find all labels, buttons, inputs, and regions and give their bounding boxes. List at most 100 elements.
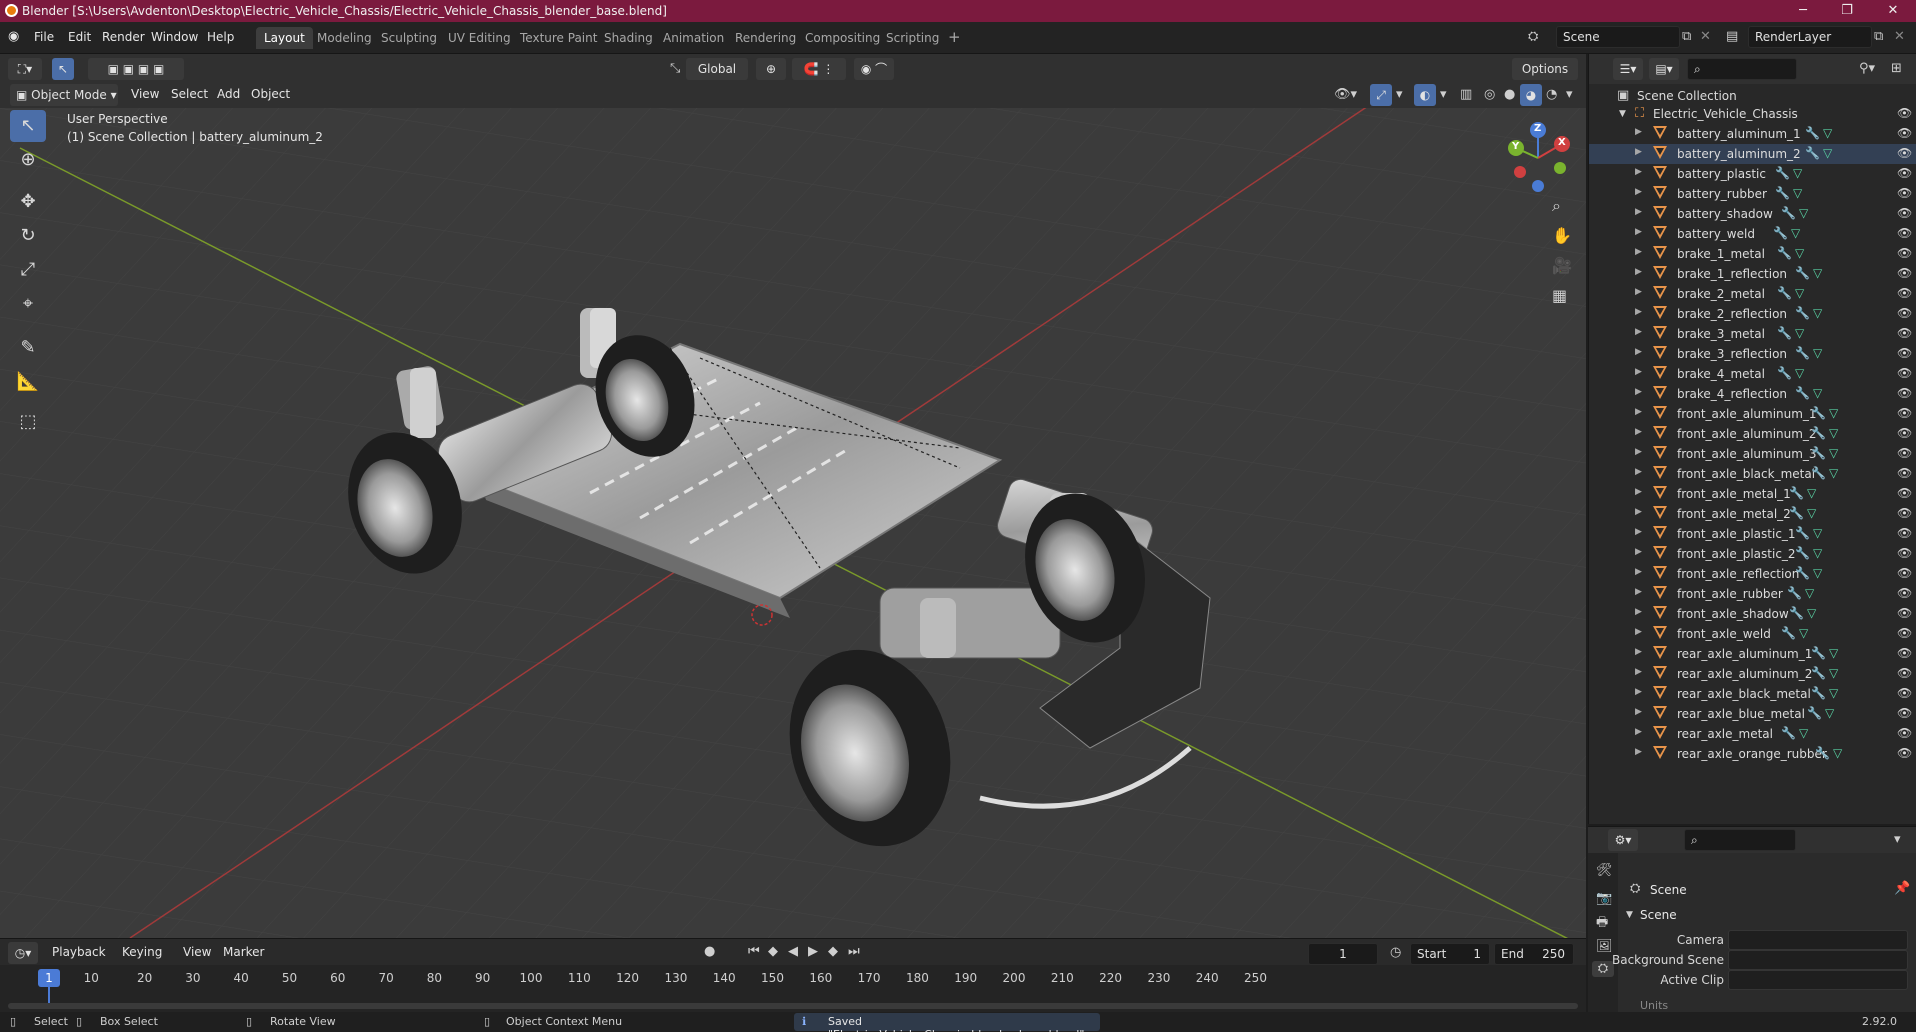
tab-rendering[interactable]: Rendering bbox=[727, 27, 804, 49]
outliner-editor-type-icon[interactable]: ☰▾ bbox=[1613, 58, 1643, 80]
camera-view-icon[interactable]: 🎥 bbox=[1552, 258, 1572, 274]
jump-start-icon[interactable]: ⏮ bbox=[748, 944, 760, 960]
modifier-wrench-icon[interactable]: 🔧 bbox=[1773, 226, 1788, 240]
mesh-data-icon[interactable]: ▽ bbox=[1813, 346, 1822, 360]
outliner-item[interactable]: ▶ brake_2_metal 🔧 ▽ 👁 bbox=[1589, 284, 1916, 304]
mesh-data-icon[interactable]: ▽ bbox=[1793, 166, 1802, 180]
select-box-tool-icon[interactable]: ↖ bbox=[10, 110, 46, 142]
visibility-eye-icon[interactable]: 👁 bbox=[1897, 666, 1912, 680]
outliner-item[interactable]: ▶ front_axle_aluminum_3 🔧 ▽ 👁 bbox=[1589, 444, 1916, 464]
modifier-wrench-icon[interactable]: 🔧 bbox=[1811, 446, 1826, 460]
tab-scripting[interactable]: Scripting bbox=[878, 27, 947, 49]
visibility-eye-icon[interactable]: 👁 bbox=[1897, 326, 1912, 340]
play-icon[interactable]: ▶ bbox=[808, 944, 818, 960]
mesh-data-icon[interactable]: ▽ bbox=[1829, 426, 1838, 440]
properties-options-icon[interactable]: ▾ bbox=[1894, 832, 1901, 848]
move-tool-icon[interactable]: ✥ bbox=[10, 186, 46, 218]
add-cube-tool-icon[interactable]: ⬚ bbox=[10, 406, 46, 438]
minimize-button[interactable]: ─ bbox=[1782, 0, 1824, 22]
outliner-item[interactable]: ▶ rear_axle_aluminum_2 🔧 ▽ 👁 bbox=[1589, 664, 1916, 684]
modifier-wrench-icon[interactable]: 🔧 bbox=[1795, 526, 1810, 540]
expand-arrow-icon[interactable]: ▶ bbox=[1635, 187, 1642, 197]
mesh-data-icon[interactable]: ▽ bbox=[1829, 686, 1838, 700]
play-reverse-icon[interactable]: ◀ bbox=[788, 944, 798, 960]
next-keyframe-icon[interactable]: ◆ bbox=[828, 944, 838, 960]
mesh-data-icon[interactable]: ▽ bbox=[1813, 546, 1822, 560]
overlay-toggle-icon[interactable]: ◐ bbox=[1414, 84, 1436, 106]
pivot-point-icon[interactable]: ⊕ bbox=[756, 58, 786, 80]
mesh-data-icon[interactable]: ▽ bbox=[1829, 646, 1838, 660]
visibility-eye-icon[interactable]: 👁 bbox=[1897, 706, 1912, 720]
start-frame-field[interactable]: Start 1 bbox=[1410, 943, 1490, 965]
outliner-item[interactable]: ▶ battery_aluminum_1 🔧 ▽ 👁 bbox=[1589, 124, 1916, 144]
visibility-eye-icon[interactable]: 👁 bbox=[1897, 186, 1912, 200]
close-button[interactable]: ✕ bbox=[1872, 0, 1914, 22]
outliner-search-input[interactable]: ⌕ bbox=[1687, 58, 1797, 80]
modifier-wrench-icon[interactable]: 🔧 bbox=[1815, 746, 1830, 760]
wireframe-shading-icon[interactable]: ◎ bbox=[1484, 87, 1495, 103]
remove-scene-icon[interactable]: ✕ bbox=[1700, 29, 1711, 45]
expand-arrow-icon[interactable]: ▶ bbox=[1635, 167, 1642, 177]
modifier-wrench-icon[interactable]: 🔧 bbox=[1805, 146, 1820, 160]
expand-arrow-icon[interactable]: ▶ bbox=[1635, 547, 1642, 557]
modifier-wrench-icon[interactable]: 🔧 bbox=[1805, 126, 1820, 140]
mesh-data-icon[interactable]: ▽ bbox=[1805, 586, 1814, 600]
mesh-data-icon[interactable]: ▽ bbox=[1799, 206, 1808, 220]
mesh-data-icon[interactable]: ▽ bbox=[1829, 666, 1838, 680]
modifier-wrench-icon[interactable]: 🔧 bbox=[1811, 426, 1826, 440]
mesh-data-icon[interactable]: ▽ bbox=[1813, 386, 1822, 400]
expand-arrow-icon[interactable]: ▶ bbox=[1635, 647, 1642, 657]
visibility-eye-icon[interactable]: 👁 bbox=[1897, 426, 1912, 440]
outliner-item[interactable]: ▶ rear_axle_aluminum_1 🔧 ▽ 👁 bbox=[1589, 644, 1916, 664]
outliner-item[interactable]: ▶ battery_rubber 🔧 ▽ 👁 bbox=[1589, 184, 1916, 204]
visibility-eye-icon[interactable]: 👁 bbox=[1897, 646, 1912, 660]
modifier-wrench-icon[interactable]: 🔧 bbox=[1811, 646, 1826, 660]
expand-arrow-icon[interactable]: ▶ bbox=[1635, 147, 1642, 157]
visibility-eye-icon[interactable]: 👁 bbox=[1897, 366, 1912, 380]
cursor-tool-icon[interactable]: ⊕ bbox=[10, 144, 46, 176]
visibility-eye-icon[interactable]: 👁 bbox=[1897, 346, 1912, 360]
expand-arrow-icon[interactable]: ▶ bbox=[1635, 507, 1642, 517]
mesh-data-icon[interactable]: ▽ bbox=[1823, 146, 1832, 160]
filter-icon[interactable]: ⚲▾ bbox=[1859, 61, 1875, 77]
output-tab-icon[interactable]: 🖶 bbox=[1596, 915, 1608, 931]
modifier-wrench-icon[interactable]: 🔧 bbox=[1781, 206, 1796, 220]
modifier-wrench-icon[interactable]: 🔧 bbox=[1777, 326, 1792, 340]
render-layer-selector[interactable]: RenderLayer bbox=[1748, 26, 1872, 48]
expand-arrow-icon[interactable]: ▶ bbox=[1635, 307, 1642, 317]
expand-arrow-icon[interactable]: ▶ bbox=[1635, 447, 1642, 457]
expand-arrow-icon[interactable]: ▶ bbox=[1635, 627, 1642, 637]
outliner-item[interactable]: ▶ front_axle_black_metal 🔧 ▽ 👁 bbox=[1589, 464, 1916, 484]
collection-row[interactable]: ▼ ⛶ Electric_Vehicle_Chassis 👁 bbox=[1589, 104, 1916, 124]
editor-type-button[interactable]: ⛶▾ bbox=[8, 58, 42, 80]
preview-range-icon[interactable]: ◷ bbox=[1390, 945, 1401, 961]
playhead[interactable]: 1 bbox=[38, 969, 60, 987]
gizmo-toggle-icon[interactable]: ⤢ bbox=[1370, 84, 1392, 106]
mesh-data-icon[interactable]: ▽ bbox=[1813, 306, 1822, 320]
visibility-eye-icon[interactable]: 👁 bbox=[1897, 246, 1912, 260]
transform-tool-icon[interactable]: ⌖ bbox=[10, 288, 46, 320]
mesh-data-icon[interactable]: ▽ bbox=[1829, 466, 1838, 480]
timeline-menu-marker[interactable]: Marker bbox=[223, 945, 264, 959]
expand-arrow-icon[interactable]: ▶ bbox=[1635, 727, 1642, 737]
modifier-wrench-icon[interactable]: 🔧 bbox=[1795, 306, 1810, 320]
rendered-shading-icon[interactable]: ◔ bbox=[1546, 87, 1557, 103]
object-mode-dropdown[interactable]: ▣ Object Mode ▾ bbox=[10, 84, 118, 106]
mesh-data-icon[interactable]: ▽ bbox=[1795, 286, 1804, 300]
end-frame-field[interactable]: End 250 bbox=[1494, 943, 1574, 965]
expand-arrow-icon[interactable]: ▶ bbox=[1635, 327, 1642, 337]
modifier-wrench-icon[interactable]: 🔧 bbox=[1811, 686, 1826, 700]
mesh-data-icon[interactable]: ▽ bbox=[1825, 706, 1834, 720]
outliner-item[interactable]: ▶ front_axle_shadow 🔧 ▽ 👁 bbox=[1589, 604, 1916, 624]
section-collapse-icon[interactable]: ▼ bbox=[1626, 907, 1633, 923]
pin-icon[interactable]: 📌 bbox=[1894, 881, 1910, 897]
tab-uv-editing[interactable]: UV Editing bbox=[440, 27, 519, 49]
visibility-eye-icon[interactable]: 👁 bbox=[1897, 546, 1912, 560]
collection-visibility-icon[interactable]: 👁 bbox=[1897, 106, 1912, 120]
navigation-gizmo[interactable]: Z X Y bbox=[1498, 116, 1578, 196]
modifier-wrench-icon[interactable]: 🔧 bbox=[1777, 286, 1792, 300]
modifier-wrench-icon[interactable]: 🔧 bbox=[1811, 666, 1826, 680]
modifier-wrench-icon[interactable]: 🔧 bbox=[1795, 546, 1810, 560]
outliner-item[interactable]: ▶ front_axle_metal_2 🔧 ▽ 👁 bbox=[1589, 504, 1916, 524]
visibility-eye-icon[interactable]: 👁 bbox=[1897, 506, 1912, 520]
